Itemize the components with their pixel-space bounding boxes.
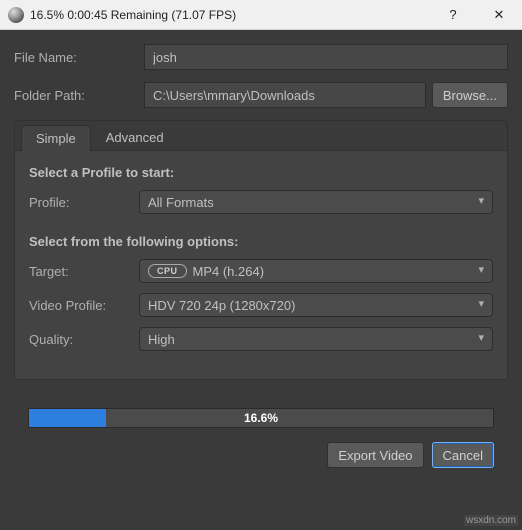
- cancel-button[interactable]: Cancel: [432, 442, 494, 468]
- folder-input[interactable]: [144, 82, 426, 108]
- folder-label: Folder Path:: [14, 88, 144, 103]
- video-profile-label: Video Profile:: [29, 298, 139, 313]
- target-select[interactable]: CPU MP4 (h.264): [139, 259, 493, 283]
- quality-value: High: [148, 332, 175, 347]
- export-video-button[interactable]: Export Video: [327, 442, 423, 468]
- watermark: wsxdn.com: [464, 515, 518, 526]
- tabstrip: Simple Advanced: [15, 121, 507, 151]
- help-button[interactable]: ?: [430, 0, 476, 30]
- window-body: File Name: Folder Path: Browse... Simple…: [0, 30, 522, 468]
- filename-row: File Name:: [14, 44, 508, 70]
- progress-text: 16.6%: [29, 409, 493, 427]
- video-profile-row: Video Profile: HDV 720 24p (1280x720): [29, 293, 493, 317]
- folder-row: Folder Path: Browse...: [14, 82, 508, 108]
- target-value: MP4 (h.264): [193, 264, 265, 279]
- footer-buttons: Export Video Cancel: [14, 428, 508, 468]
- window-title: 16.5% 0:00:45 Remaining (71.07 FPS): [30, 8, 430, 22]
- app-icon: [8, 7, 24, 23]
- filename-label: File Name:: [14, 50, 144, 65]
- close-button[interactable]: ✕: [476, 0, 522, 30]
- quality-label: Quality:: [29, 332, 139, 347]
- profile-label: Profile:: [29, 195, 139, 210]
- profile-heading: Select a Profile to start:: [29, 165, 493, 180]
- browse-button[interactable]: Browse...: [432, 82, 508, 108]
- cpu-badge-icon: CPU: [148, 264, 187, 278]
- tab-advanced[interactable]: Advanced: [91, 124, 179, 150]
- video-profile-select[interactable]: HDV 720 24p (1280x720): [139, 293, 493, 317]
- quality-select[interactable]: High: [139, 327, 493, 351]
- tabs-panel: Simple Advanced Select a Profile to star…: [14, 120, 508, 380]
- titlebar: 16.5% 0:00:45 Remaining (71.07 FPS) ? ✕: [0, 0, 522, 30]
- profile-row: Profile: All Formats: [29, 190, 493, 214]
- quality-row: Quality: High: [29, 327, 493, 351]
- target-row: Target: CPU MP4 (h.264): [29, 259, 493, 283]
- progress-bar: 16.6%: [28, 408, 494, 428]
- options-heading: Select from the following options:: [29, 234, 493, 249]
- target-label: Target:: [29, 264, 139, 279]
- profile-value: All Formats: [148, 195, 214, 210]
- profile-select[interactable]: All Formats: [139, 190, 493, 214]
- video-profile-value: HDV 720 24p (1280x720): [148, 298, 295, 313]
- filename-input[interactable]: [144, 44, 508, 70]
- tab-simple[interactable]: Simple: [21, 125, 91, 151]
